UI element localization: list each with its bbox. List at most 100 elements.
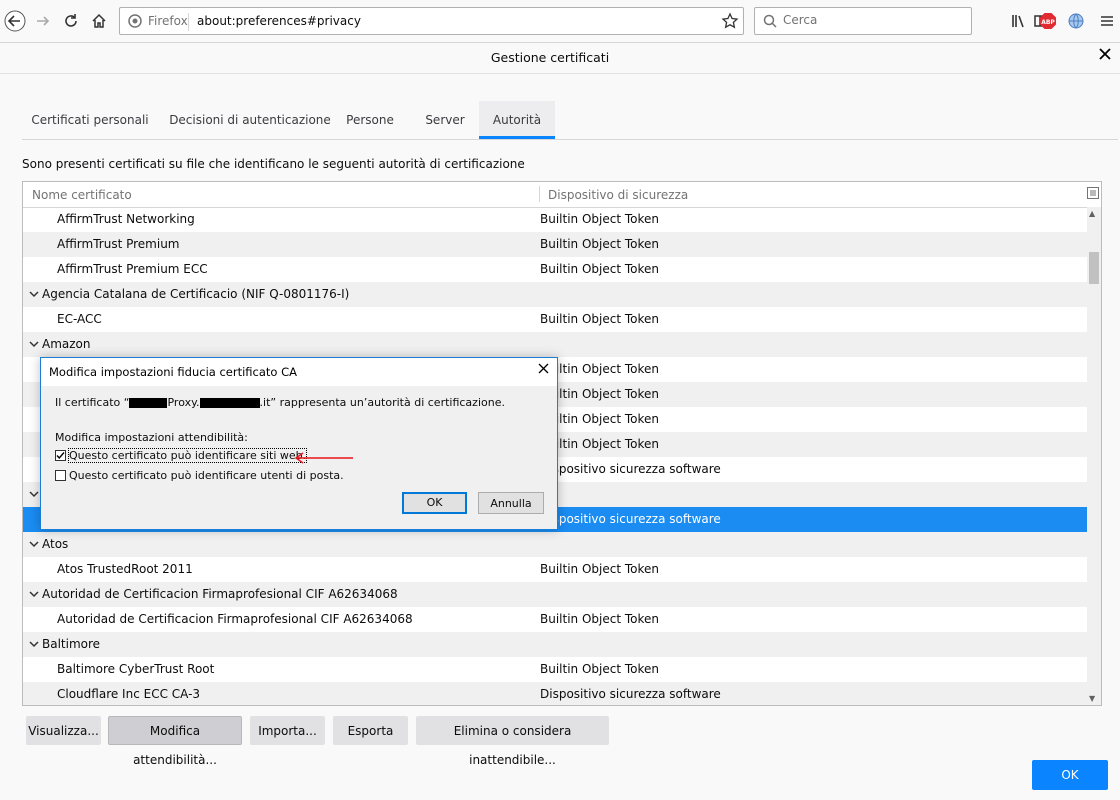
trust-websites-checkbox[interactable] <box>55 450 66 461</box>
sidebars-toggle-button[interactable] <box>1008 10 1030 32</box>
globe-extension-icon <box>1068 13 1084 29</box>
tree-vertical-scrollbar[interactable]: ▲ ▼ <box>1087 207 1101 705</box>
column-separator[interactable] <box>539 186 540 202</box>
trust-settings-label: Modifica impostazioni attendibilità: <box>55 431 248 444</box>
identity-label: Firefox <box>148 14 188 28</box>
message-prefix: Il certificato “ <box>55 396 130 409</box>
back-button[interactable] <box>2 8 28 34</box>
view-button[interactable]: Visualizza... <box>26 716 101 745</box>
cert-name-cell: Baltimore <box>42 637 101 651</box>
cert-name-cell: Autoridad de Certificacion Firmaprofesio… <box>42 587 398 601</box>
tab-authentication-decisions[interactable]: Decisioni di autenticazione <box>162 101 338 139</box>
url-bar[interactable]: Firefox about:preferences#privacy <box>119 7 744 35</box>
modal-close-button[interactable] <box>538 362 549 378</box>
tree-group-row[interactable]: Baltimore <box>23 632 1087 657</box>
delete-or-distrust-button[interactable]: Elimina o considera inattendibile... <box>416 716 609 767</box>
import-button[interactable]: Importa... <box>250 716 325 745</box>
forward-button[interactable] <box>30 8 56 34</box>
security-device-cell: Builtin Object Token <box>540 312 660 326</box>
tree-row[interactable]: Atos TrustedRoot 2011 Builtin Object Toke… <box>23 557 1087 582</box>
cert-name-cell: AffirmTrust Premium ECC <box>57 262 208 276</box>
tab-people[interactable]: Persone <box>340 101 400 139</box>
url-text[interactable]: about:preferences#privacy <box>197 14 361 28</box>
tab-servers[interactable]: Server <box>416 101 474 139</box>
tree-group-row[interactable]: Amazon <box>23 332 1087 357</box>
cert-name-cell: AffirmTrust Networking <box>57 212 195 226</box>
security-device-cell: Builtin Object Token <box>540 562 660 576</box>
security-device-cell: Dispositivo sicurezza software <box>540 687 721 701</box>
tree-row[interactable]: Autoridad de Certificacion Firmaprofesio… <box>23 607 1087 632</box>
security-device-cell: Builtin Object Token <box>540 262 660 276</box>
modal-ok-button[interactable]: OK <box>402 492 467 514</box>
search-bar[interactable] <box>754 7 972 35</box>
cert-name-cell: Cloudflare Inc ECC CA-3 <box>57 687 201 701</box>
url-separator <box>188 13 189 31</box>
dialog-close-button[interactable] <box>1096 47 1114 65</box>
security-device-cell: Builtin Object Token <box>540 237 660 251</box>
svg-text:ABP: ABP <box>1041 19 1055 26</box>
back-arrow-icon <box>4 10 26 32</box>
identity-box[interactable]: Firefox <box>128 14 188 28</box>
checkmark-icon <box>56 452 65 460</box>
tree-group-row[interactable]: Atos <box>23 532 1087 557</box>
tree-row[interactable]: EC-ACC Builtin Object Token <box>23 307 1087 332</box>
tree-group-row[interactable]: Autoridad de Certificacion Firmaprofesio… <box>23 582 1087 607</box>
cert-name-cell: Baltimore CyberTrust Root <box>57 662 215 676</box>
scroll-up-arrow-icon[interactable]: ▲ <box>1089 209 1095 218</box>
message-suffix: .it” rappresenta un’autorità di certific… <box>259 396 505 409</box>
modal-cancel-button[interactable]: Annulla <box>478 492 544 514</box>
column-picker-icon[interactable] <box>1087 187 1099 199</box>
tree-row[interactable]: AffirmTrust Premium ECC Builtin Object To… <box>23 257 1087 282</box>
close-icon <box>538 363 549 374</box>
tab-strip: Certificati personali Decisioni di auten… <box>22 101 1118 140</box>
redaction-bar <box>129 398 168 408</box>
star-icon <box>721 12 739 29</box>
column-header-name[interactable]: Nome certificato <box>32 188 132 202</box>
bookmark-star-button[interactable] <box>721 12 739 33</box>
dialog-divider <box>0 73 1120 74</box>
dialog-ok-button[interactable]: OK <box>1032 760 1108 790</box>
tree-row[interactable]: AffirmTrust Networking Builtin Object Tok… <box>23 207 1087 232</box>
trust-websites-checkbox-row[interactable]: Questo certificato può identificare siti… <box>55 448 308 463</box>
extension-button[interactable] <box>1065 10 1087 32</box>
edit-trust-button[interactable]: Modifica attendibilità... <box>108 716 242 767</box>
tab-authorities[interactable]: Autorità <box>479 101 555 139</box>
security-device-cell: Builtin Object Token <box>540 212 660 226</box>
trust-email-checkbox[interactable] <box>55 470 66 481</box>
trust-email-label[interactable]: Questo certificato può identificare uten… <box>69 469 344 482</box>
redaction-bar <box>199 398 260 408</box>
trust-email-checkbox-row[interactable]: Questo certificato può identificare uten… <box>55 469 344 482</box>
cert-name-cell: Agencia Catalana de Certificacio (NIF Q-… <box>42 287 350 301</box>
tree-header: Nome certificato Dispositivo di sicurezz… <box>23 182 1101 208</box>
scrollbar-thumb[interactable] <box>1089 252 1099 284</box>
trust-websites-label[interactable]: Questo certificato può identificare siti… <box>67 448 308 463</box>
tree-group-row[interactable]: Agencia Catalana de Certificacio (NIF Q-… <box>23 282 1087 307</box>
reload-button[interactable] <box>58 8 84 34</box>
search-input[interactable] <box>781 12 965 28</box>
adblock-plus-button[interactable]: ABP <box>1037 10 1059 32</box>
tree-row[interactable]: Baltimore CyberTrust Root Builtin Object … <box>23 657 1087 682</box>
tree-row[interactable]: AffirmTrust Premium Builtin Object Token <box>23 232 1087 257</box>
dialog-title: Gestione certificati <box>490 50 610 65</box>
home-icon <box>92 13 106 28</box>
security-device-cell: Builtin Object Token <box>540 612 660 626</box>
home-button[interactable] <box>86 8 112 34</box>
message-mid: Proxy. <box>167 396 200 409</box>
reload-icon <box>65 14 77 27</box>
hamburger-menu-icon <box>1101 16 1113 26</box>
cert-name-cell: EC-ACC <box>57 312 102 326</box>
scroll-down-arrow-icon[interactable]: ▼ <box>1089 694 1095 703</box>
modal-message: Il certificato “ Proxy. .it” rappresenta u… <box>55 396 505 409</box>
close-icon <box>1099 48 1111 60</box>
forward-arrow-icon <box>37 16 50 26</box>
security-device-cell: Builtin Object Token <box>540 662 660 676</box>
column-header-device[interactable]: Dispositivo di sicurezza <box>548 188 688 202</box>
cert-name-cell: AffirmTrust Premium <box>57 237 180 251</box>
security-device-cell: Dispositivo sicurezza software <box>540 462 721 476</box>
cert-name-cell: Atos TrustedRoot 2011 <box>57 562 193 576</box>
menu-button[interactable] <box>1096 10 1118 32</box>
export-button[interactable]: Esporta <box>333 716 408 745</box>
tab-personal-certificates[interactable]: Certificati personali <box>22 101 158 139</box>
browser-toolbar: Firefox about:preferences#privacy Cerca … <box>0 0 1120 43</box>
tree-row[interactable]: Cloudflare Inc ECC CA-3 Dispositivo sicur… <box>23 682 1087 705</box>
